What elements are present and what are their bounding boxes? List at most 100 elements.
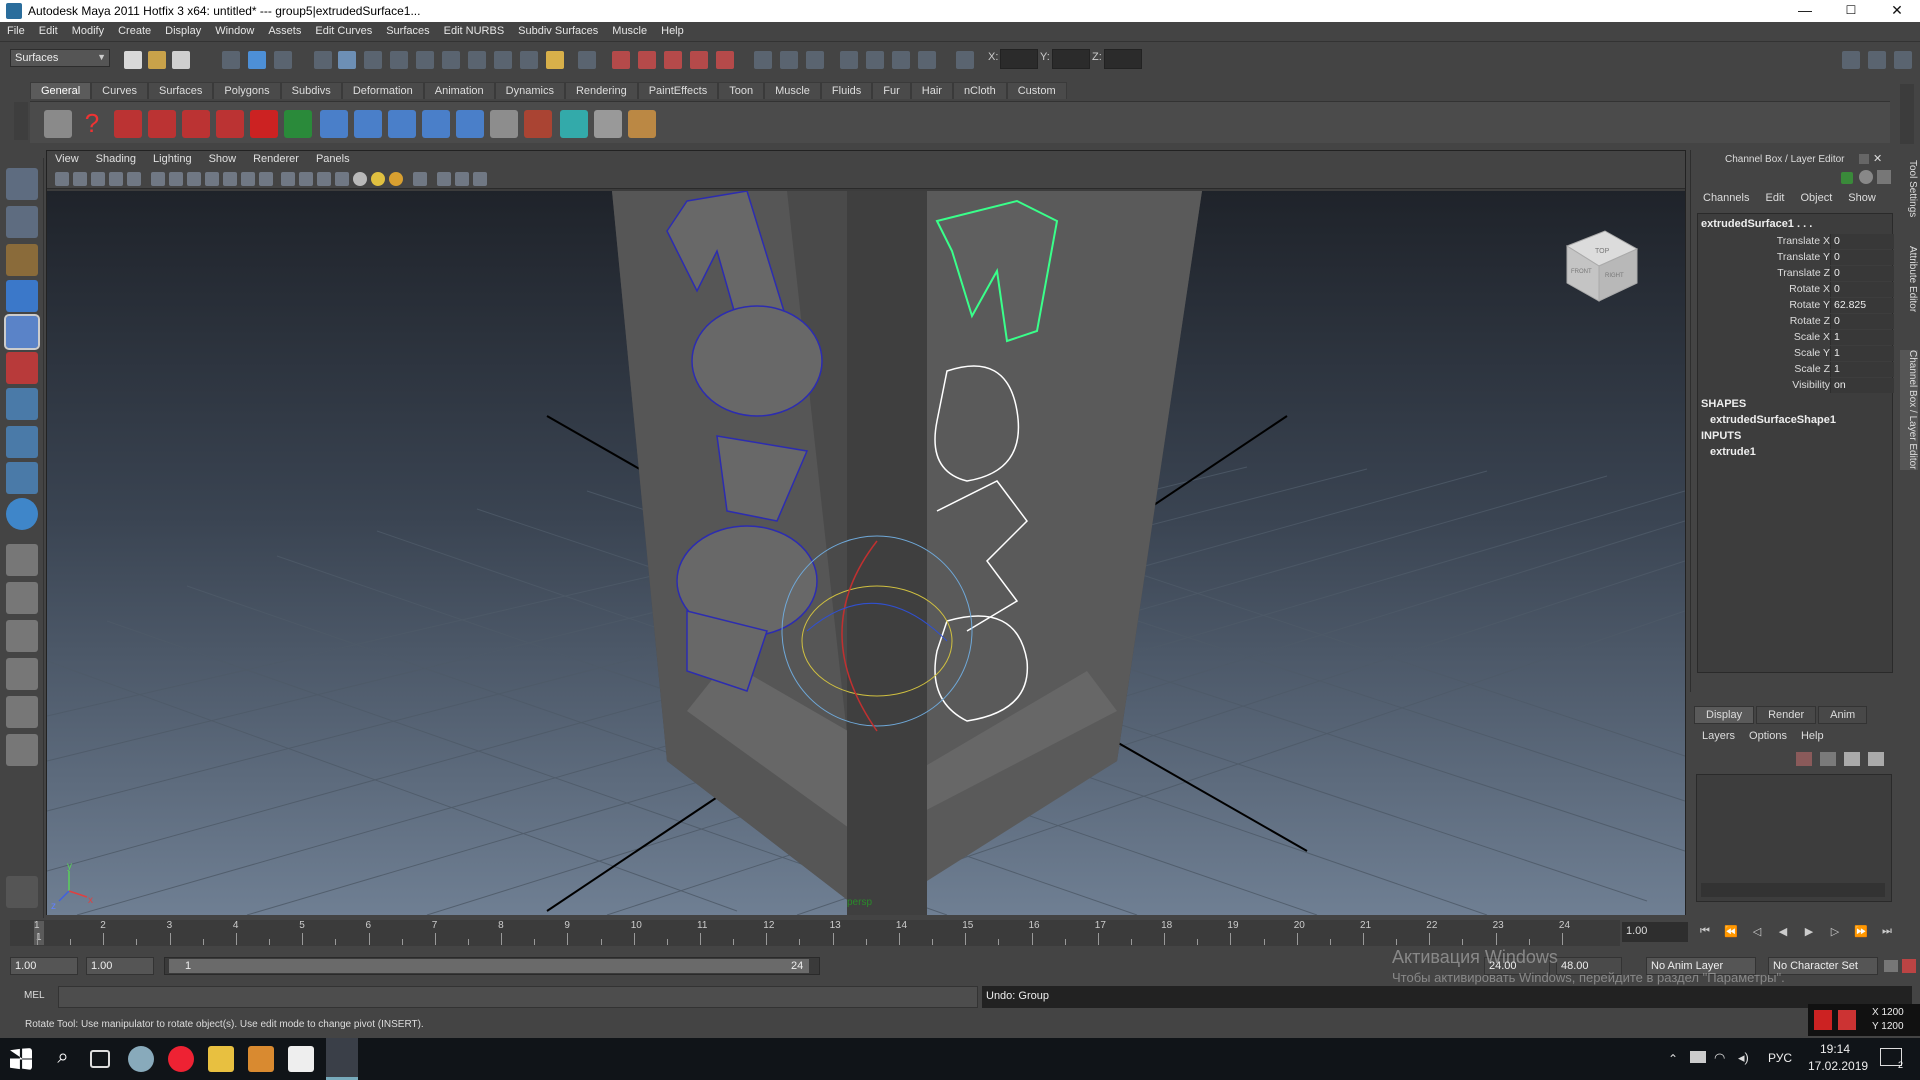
ik-handle-icon[interactable] (388, 110, 416, 138)
step-back-frame-icon[interactable]: ◁ (1748, 925, 1766, 941)
panel-menu-view[interactable]: View (47, 151, 88, 165)
select-dynamics-icon[interactable] (468, 51, 486, 69)
hud-icon[interactable] (473, 172, 487, 186)
grid-toggle-icon[interactable] (151, 172, 165, 186)
nurbs-cube-icon[interactable] (148, 110, 176, 138)
panel-menu-shading[interactable]: Shading (88, 151, 145, 165)
start-time-field[interactable]: 1.00 (10, 957, 78, 975)
shelf-tab-custom[interactable]: Custom (1006, 82, 1067, 99)
ipr-icon[interactable] (560, 110, 588, 138)
maya-taskbar-icon[interactable] (326, 1038, 358, 1080)
curve-tool-icon[interactable] (284, 110, 312, 138)
output-history-icon[interactable] (780, 51, 798, 69)
layer-down-icon[interactable] (1820, 752, 1836, 766)
go-to-end-icon[interactable]: ⏭ (1878, 925, 1896, 941)
highlight-selection-icon[interactable] (578, 51, 596, 69)
select-object-icon[interactable] (248, 51, 266, 69)
snap-view-plane-icon[interactable] (690, 51, 708, 69)
film-gate-icon[interactable] (169, 172, 183, 186)
menu-edit[interactable]: Edit (32, 22, 65, 37)
attr-translate-y[interactable]: Translate Y0 (1698, 250, 1894, 265)
textured-icon[interactable] (335, 172, 349, 186)
menu-surfaces[interactable]: Surfaces (379, 22, 436, 37)
safe-action-icon[interactable] (241, 172, 255, 186)
selected-object-name[interactable]: extrudedSurface1 . . . (1701, 218, 1812, 230)
shape-node[interactable]: extrudedSurfaceShape1 (1710, 414, 1836, 426)
shelf-tab-general[interactable]: General (30, 82, 92, 99)
shelf-tab-ncloth[interactable]: nCloth (952, 82, 1007, 99)
default-lighting-icon[interactable] (353, 172, 367, 186)
shelf-tab-subdivs[interactable]: Subdivs (280, 82, 342, 99)
play-forwards-icon[interactable]: ▶ (1800, 925, 1818, 941)
float-panel-icon[interactable] (1859, 154, 1869, 164)
shelf-tab-rendering[interactable]: Rendering (564, 82, 638, 99)
new-scene-icon[interactable] (124, 51, 142, 69)
select-joints-icon[interactable] (364, 51, 382, 69)
playback-start-field[interactable]: 1.00 (86, 957, 154, 975)
panel-menu-lighting[interactable]: Lighting (145, 151, 201, 165)
nurbs-sphere-icon[interactable] (114, 110, 142, 138)
side-tab-channel-box[interactable]: Channel Box / Layer Editor (1900, 350, 1918, 470)
battery-icon[interactable] (1690, 1051, 1706, 1063)
resolution-gate-icon[interactable] (187, 172, 201, 186)
mel-label[interactable]: MEL (24, 990, 45, 1001)
clapper-icon[interactable] (288, 1046, 314, 1072)
task-view-icon[interactable] (90, 1050, 110, 1068)
search-icon[interactable]: ⌕ (50, 1046, 76, 1072)
shelf-tab-surfaces[interactable]: Surfaces (147, 82, 214, 99)
skin-bind-icon[interactable] (456, 110, 484, 138)
layout-single-icon[interactable] (6, 544, 38, 576)
wireframe-on-shaded-icon[interactable] (317, 172, 331, 186)
minimize-button[interactable]: — (1782, 0, 1828, 22)
render-view-icon[interactable] (840, 51, 858, 69)
shadows-icon[interactable] (389, 172, 403, 186)
snap-point-icon[interactable] (664, 51, 682, 69)
select-deformations-icon[interactable] (442, 51, 460, 69)
panel-menu-panels[interactable]: Panels (308, 151, 359, 165)
network-icon[interactable]: ◠ (1714, 1050, 1725, 1066)
camera-attributes-icon[interactable] (73, 172, 87, 186)
universal-manipulator-icon[interactable] (6, 388, 38, 420)
input-history-icon[interactable] (754, 51, 772, 69)
attr-visibility[interactable]: Visibility on (1698, 378, 1894, 393)
chrome-icon[interactable] (168, 1046, 194, 1072)
y-field[interactable] (1052, 49, 1090, 69)
attr-translate-x[interactable]: Translate X0 (1698, 234, 1894, 249)
menu-muscle[interactable]: Muscle (605, 22, 654, 37)
shelf-tab-fur[interactable]: Fur (872, 82, 911, 99)
layer-menu-layers[interactable]: Layers (1702, 730, 1735, 742)
cb-menu-channels[interactable]: Channels (1695, 192, 1757, 204)
range-slider-handle[interactable] (169, 959, 809, 973)
attr-scale-y[interactable]: Scale Y1 (1698, 346, 1894, 361)
file-explorer-icon[interactable] (208, 1046, 234, 1072)
ik-spline-icon[interactable] (422, 110, 450, 138)
z-field[interactable] (1104, 49, 1142, 69)
attribute-editor-toggle-icon[interactable] (1842, 51, 1860, 69)
transform-mode-icon[interactable] (956, 51, 974, 69)
rotate-tool-icon[interactable] (4, 314, 40, 350)
select-rendering-icon[interactable] (494, 51, 512, 69)
app-icon-1[interactable] (128, 1046, 154, 1072)
input-language[interactable]: РУС (1768, 1051, 1792, 1065)
cb-menu-edit[interactable]: Edit (1757, 192, 1792, 204)
step-forward-key-icon[interactable]: ⏩ (1852, 925, 1870, 941)
current-frame-field[interactable]: 1.00 (1622, 922, 1688, 942)
soft-mod-tool-icon[interactable] (6, 426, 38, 458)
maximize-button[interactable]: ☐ (1828, 0, 1874, 22)
shelf-tab-toon[interactable]: Toon (718, 82, 765, 99)
perspective-viewport[interactable]: TOP FRONT RIGHT y x z persp (47, 191, 1685, 915)
select-hierarchy-icon[interactable] (222, 51, 240, 69)
input-node[interactable]: extrude1 (1710, 446, 1756, 458)
attr-scale-z[interactable]: Scale Z1 (1698, 362, 1894, 377)
open-scene-icon[interactable] (148, 51, 166, 69)
menu-edit-nurbs[interactable]: Edit NURBS (437, 22, 512, 37)
sphere-icon[interactable] (320, 110, 348, 138)
render-icon[interactable] (524, 110, 552, 138)
last-tool-icon[interactable] (6, 498, 38, 530)
shelf-tab-fluids[interactable]: Fluids (820, 82, 873, 99)
layout-graph-icon[interactable] (6, 658, 38, 690)
layer-tab-display[interactable]: Display (1694, 706, 1755, 724)
select-surfaces-icon[interactable] (416, 51, 434, 69)
channel-filter-icon[interactable] (1841, 172, 1853, 184)
range-slider[interactable]: 1 24 (164, 957, 820, 975)
